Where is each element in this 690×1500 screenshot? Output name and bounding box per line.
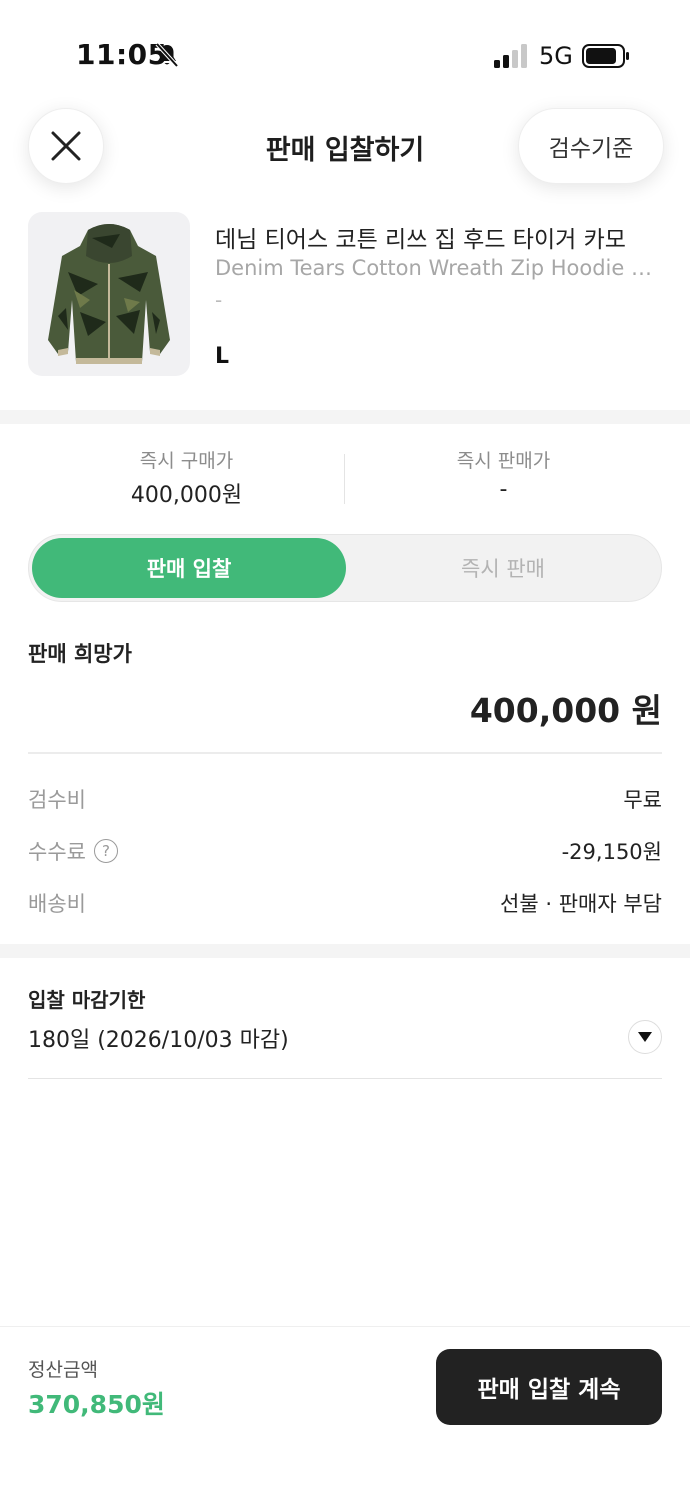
section-divider: [0, 410, 690, 424]
product-subinfo: -: [215, 288, 223, 312]
section-divider: [0, 944, 690, 958]
fee-value: 선불 · 판매자 부담: [500, 892, 662, 916]
hoodie-image: [48, 224, 170, 364]
bell-slash-icon: [155, 42, 179, 68]
bottom-bar: 정산금액 370,850원 판매 입찰 계속: [0, 1326, 690, 1500]
instant-buy-label: 즉시 구매가: [139, 450, 234, 472]
fee-row-shipping: 배송비 선불 · 판매자 부담: [28, 888, 662, 922]
fee-row-inspection: 검수비 무료: [28, 784, 662, 818]
fee-value: -29,150원: [561, 840, 662, 864]
deadline-dropdown-button[interactable]: [628, 1020, 662, 1054]
header: 판매 입찰하기 검수기준: [0, 104, 690, 188]
desired-price-label: 판매 희망가: [28, 642, 132, 666]
fee-label-wrap: 수수료 ?: [28, 836, 118, 866]
fee-label: 검수비: [28, 788, 86, 812]
deadline-underline: [28, 1078, 662, 1079]
caret-down-icon: [638, 1032, 652, 1042]
signal-icon: [494, 44, 527, 68]
battery-icon: [582, 44, 629, 68]
price-underline: [28, 752, 662, 754]
instant-sell-label: 즉시 판매가: [456, 450, 551, 472]
fee-row-commission: 수수료 ? -29,150원: [28, 836, 662, 870]
settlement-label: 정산금액: [28, 1359, 98, 1381]
product-image: [28, 212, 190, 376]
fee-label: 배송비: [28, 892, 86, 916]
tab-instant-sell[interactable]: 즉시 판매: [346, 538, 660, 598]
fee-label: 수수료: [28, 840, 86, 864]
status-bar: 11:05 5G: [0, 0, 690, 110]
inspection-criteria-button[interactable]: 검수기준: [518, 108, 664, 184]
price-summary: 즉시 구매가 400,000원 즉시 판매가 -: [28, 446, 662, 510]
network-label: 5G: [539, 42, 573, 70]
tab-sell-bid[interactable]: 판매 입찰: [32, 538, 346, 598]
product-name-english: Denim Tears Cotton Wreath Zip Hoodie Tig…: [215, 256, 660, 280]
product-size: L: [215, 344, 230, 369]
desired-price-input[interactable]: 400,000 원: [470, 684, 662, 732]
deadline-select[interactable]: 180일 (2026/10/03 마감): [28, 1022, 289, 1054]
product-summary: 데님 티어스 코튼 리쓰 집 후드 타이거 카모 Denim Tears Cot…: [28, 212, 662, 378]
help-icon[interactable]: ?: [93, 839, 118, 863]
instant-buy-value: 400,000원: [130, 483, 243, 508]
instant-sell-price: 즉시 판매가 -: [345, 446, 662, 502]
deadline-label: 입찰 마감기한: [28, 988, 146, 1012]
continue-bid-button[interactable]: 판매 입찰 계속: [436, 1349, 662, 1425]
instant-buy-price: 즉시 구매가 400,000원: [28, 446, 345, 509]
sell-mode-toggle: 판매 입찰 즉시 판매: [28, 534, 662, 602]
instant-sell-value: -: [499, 477, 508, 502]
fee-value: 무료: [623, 788, 662, 812]
product-name-korean: 데님 티어스 코튼 리쓰 집 후드 타이거 카모: [215, 227, 626, 253]
settlement-amount: 370,850원: [28, 1390, 165, 1419]
